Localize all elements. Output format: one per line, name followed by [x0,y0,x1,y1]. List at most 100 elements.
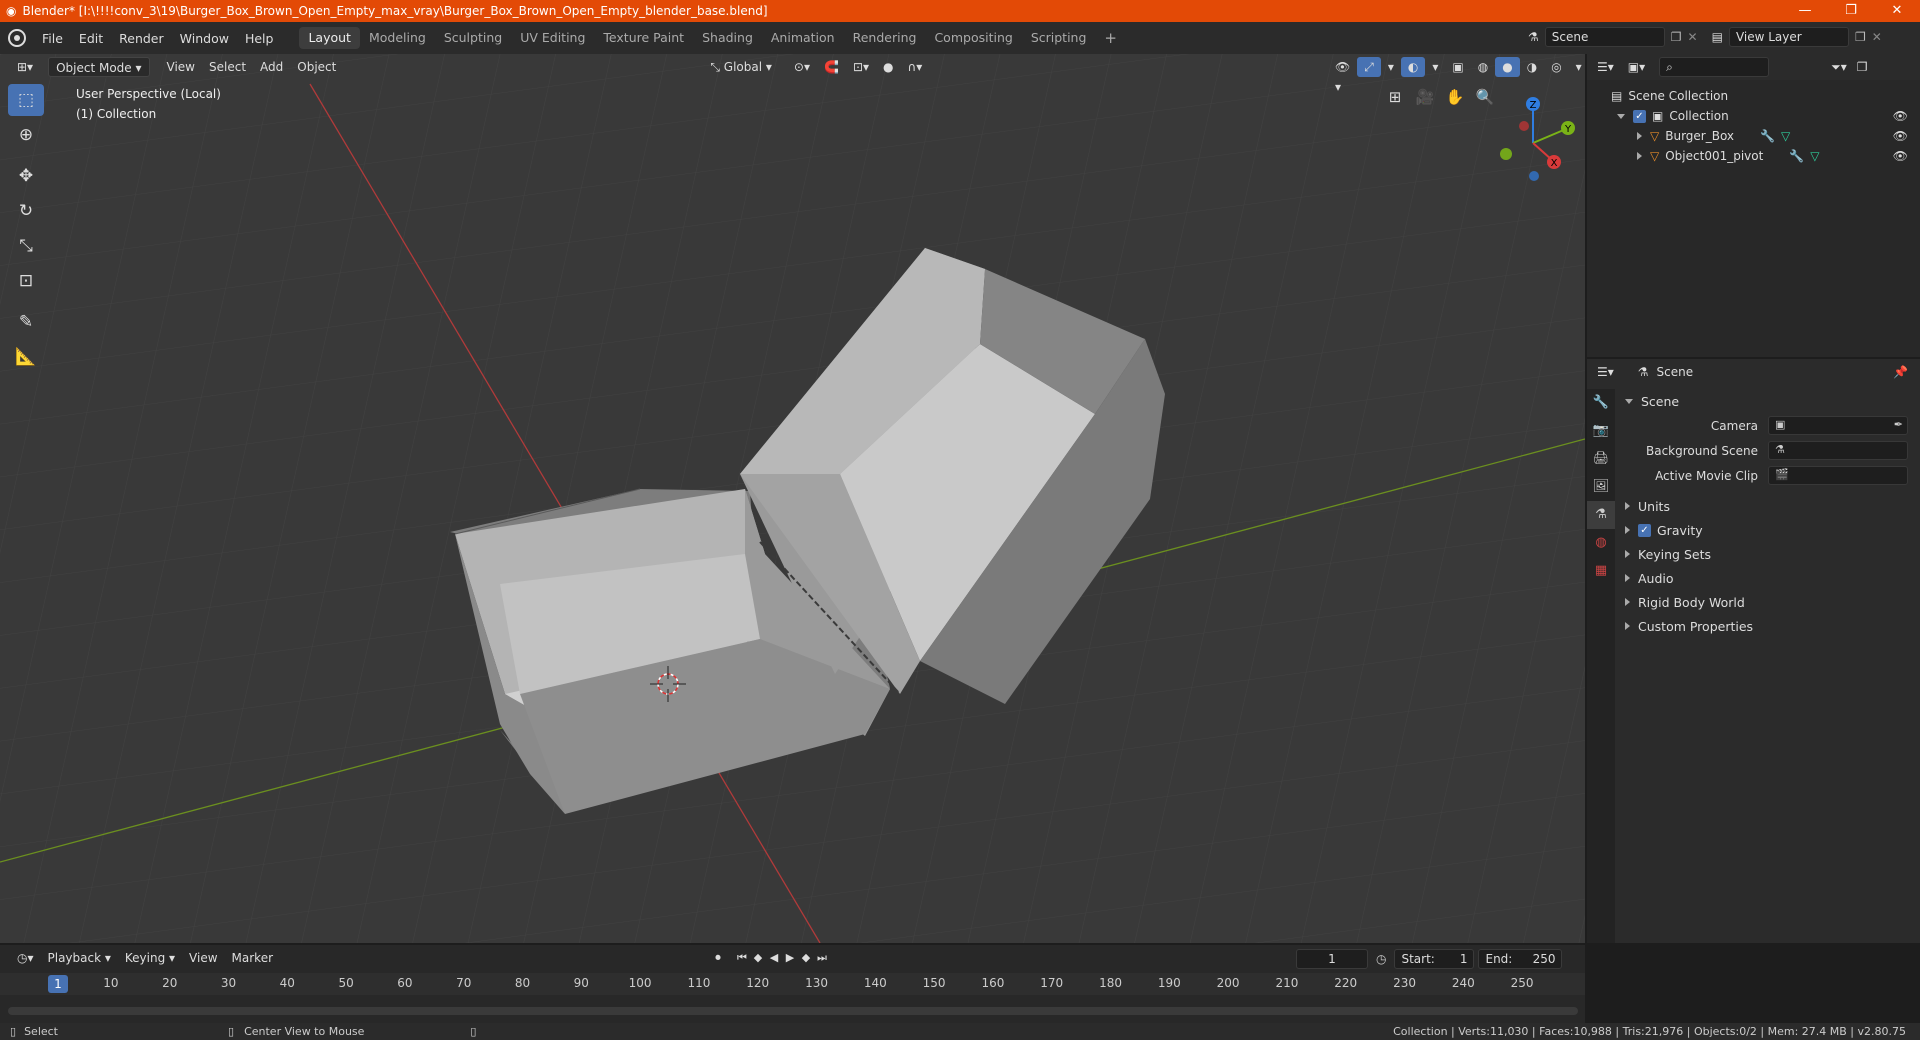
gravity-panel-header[interactable]: ✓ Gravity [1617,518,1916,542]
rotate-tool-icon[interactable]: ↻ [8,195,44,227]
view-layer-selector[interactable]: View Layer [1728,27,1849,47]
jump-end-icon[interactable]: ⏭ [814,951,830,965]
rigid-body-world-panel-header[interactable]: Rigid Body World [1617,590,1916,614]
wireframe-shading-icon[interactable]: ◍ [1471,57,1495,77]
transform-orientation-dropdown[interactable]: ⤡ Global ▾ [703,57,779,77]
delete-scene-icon[interactable]: ✕ [1688,30,1698,44]
new-view-layer-icon[interactable]: ❐ [1855,30,1866,44]
material-shading-icon[interactable]: ◑ [1520,57,1544,77]
texture-tab-icon[interactable]: ▦ [1587,557,1615,585]
view-layer-icon[interactable]: ▤ [1712,30,1723,44]
outliner-scene-collection[interactable]: ▤ Scene Collection [1587,86,1920,106]
expand-object-icon[interactable] [1637,152,1642,160]
view-layer-tab-icon[interactable]: 🖼 [1587,473,1615,501]
pin-icon[interactable]: 📌 [1893,365,1908,379]
select-box-tool-icon[interactable]: ⬚ [8,84,44,116]
tab-compositing[interactable]: Compositing [925,27,1021,49]
navigation-gizmo[interactable]: Z Y X [1488,88,1578,188]
scene-tab-icon[interactable]: ⚗ [1587,501,1615,529]
object-mode-dropdown[interactable]: Object Mode ▾ [48,57,150,77]
ortho-toggle-icon[interactable]: ⊞ [1380,88,1410,106]
gravity-checkbox[interactable]: ✓ [1638,523,1651,537]
overlay-toggle-icon[interactable]: ◐ [1400,57,1426,77]
properties-editor-type-icon[interactable]: ☰▾ [1597,365,1614,379]
menu-edit[interactable]: Edit [71,31,111,46]
measure-tool-icon[interactable]: 📐 [8,341,44,373]
expand-object-icon[interactable] [1637,132,1642,140]
current-frame-field[interactable]: 1 [1296,949,1368,969]
snap-target-icon[interactable]: ⊡▾ [846,57,876,77]
timeline-scrollbar[interactable] [8,1007,1578,1015]
outliner-object-pivot[interactable]: ▽ Object001_pivot 🔧 ▽ 👁 [1587,146,1920,166]
tab-texture-paint[interactable]: Texture Paint [594,27,693,49]
transform-tool-icon[interactable]: ⊡ [8,265,44,297]
cursor-tool-icon[interactable]: ⊕ [8,119,44,151]
output-tab-icon[interactable]: 🖨 [1587,445,1615,473]
blender-logo-icon[interactable] [8,29,26,47]
jump-keyframe-forward-icon[interactable]: ◆ [798,951,814,965]
xray-icon[interactable]: ▣ [1445,57,1470,77]
tab-scripting[interactable]: Scripting [1022,27,1096,49]
tab-modeling[interactable]: Modeling [360,27,435,49]
menu-window[interactable]: Window [172,31,237,46]
timeline-editor-type-icon[interactable]: ◷▾ [10,948,41,968]
camera-field[interactable]: ▣ ✒ [1768,416,1908,435]
modifier-wrench-icon[interactable]: 🔧 [1789,149,1804,163]
units-panel-header[interactable]: Units [1617,494,1916,518]
rendered-shading-icon[interactable]: ◎ [1544,57,1568,77]
gizmo-toggle-icon[interactable]: ⤢ [1357,57,1381,77]
timeline-menu-marker[interactable]: Marker [225,948,280,968]
record-icon[interactable]: ⏺ [710,951,726,965]
shading-dropdown-icon[interactable]: ▾ [1569,57,1585,77]
clock-icon[interactable]: ◷ [1376,952,1386,966]
mesh-data-icon[interactable]: ▽ [1810,149,1819,163]
gizmo-dropdown-icon[interactable]: ▾ [1381,57,1401,77]
move-tool-icon[interactable]: ✥ [8,160,44,192]
scene-panel-header[interactable]: Scene [1617,389,1916,413]
overlay-dropdown-icon[interactable]: ▾ [1425,57,1445,77]
viewport-menu-view[interactable]: View [160,57,202,77]
pivot-visibility-eye-icon[interactable]: 👁 [1893,149,1908,163]
jump-keyframe-back-icon[interactable]: ◆ [750,951,766,965]
menu-file[interactable]: File [34,31,71,46]
outliner-editor-type-icon[interactable]: ☰▾ [1597,60,1614,74]
viewport-menu-object[interactable]: Object [290,57,343,77]
viewport-menu-select[interactable]: Select [202,57,253,77]
editor-type-icon[interactable]: ⊞▾ [10,57,40,77]
collection-checkbox[interactable]: ✓ [1633,109,1646,123]
play-icon[interactable]: ▶ [782,951,798,965]
modifier-wrench-icon[interactable]: 🔧 [1760,129,1775,143]
background-scene-field[interactable]: ⚗ [1768,441,1908,460]
tab-sculpting[interactable]: Sculpting [435,27,511,49]
audio-panel-header[interactable]: Audio [1617,566,1916,590]
display-mode-icon[interactable]: ▣▾ [1628,60,1645,74]
filter-icon[interactable]: ⏷▾ [1831,60,1847,75]
outliner-search-input[interactable]: ⌕ [1659,57,1770,77]
pivot-point-icon[interactable]: ⊙▾ [787,57,817,77]
scale-tool-icon[interactable]: ⤡ [8,230,44,262]
expand-collection-icon[interactable] [1617,113,1625,119]
delete-view-layer-icon[interactable]: ✕ [1872,30,1882,44]
custom-properties-panel-header[interactable]: Custom Properties [1617,614,1916,638]
add-workspace-icon[interactable]: + [1095,27,1126,49]
menu-help[interactable]: Help [237,31,282,46]
viewport-menu-add[interactable]: Add [253,57,290,77]
mesh-data-icon[interactable]: ▽ [1781,129,1790,143]
outliner-collection[interactable]: ✓ ▣ Collection 👁 [1587,106,1920,126]
maximize-button[interactable]: ❐ [1828,0,1874,22]
menu-render[interactable]: Render [111,31,172,46]
timeline-ruler[interactable]: 1 10 20 30 40 50 60 70 80 90 100 110 120 130 140 150 16… [0,973,1585,995]
timeline-menu-view[interactable]: View [182,948,224,968]
world-tab-icon[interactable]: ◍ [1587,529,1615,557]
play-reverse-icon[interactable]: ◀ [766,951,782,965]
movie-clip-field[interactable]: 🎬 [1768,466,1908,485]
visibility-icon[interactable]: 👁▾ [1328,57,1357,94]
outliner-object-burger-box[interactable]: ▽ Burger_Box 🔧 ▽ 👁 [1587,126,1920,146]
tab-layout[interactable]: Layout [299,27,360,49]
pan-view-icon[interactable]: ✋ [1440,88,1470,106]
snap-icon[interactable]: 🧲 [817,57,846,77]
close-button[interactable]: ✕ [1874,0,1920,22]
scene-selector[interactable]: Scene [1544,27,1665,47]
end-frame-field[interactable]: End: 250 [1478,949,1563,969]
minimize-button[interactable]: — [1782,0,1828,22]
